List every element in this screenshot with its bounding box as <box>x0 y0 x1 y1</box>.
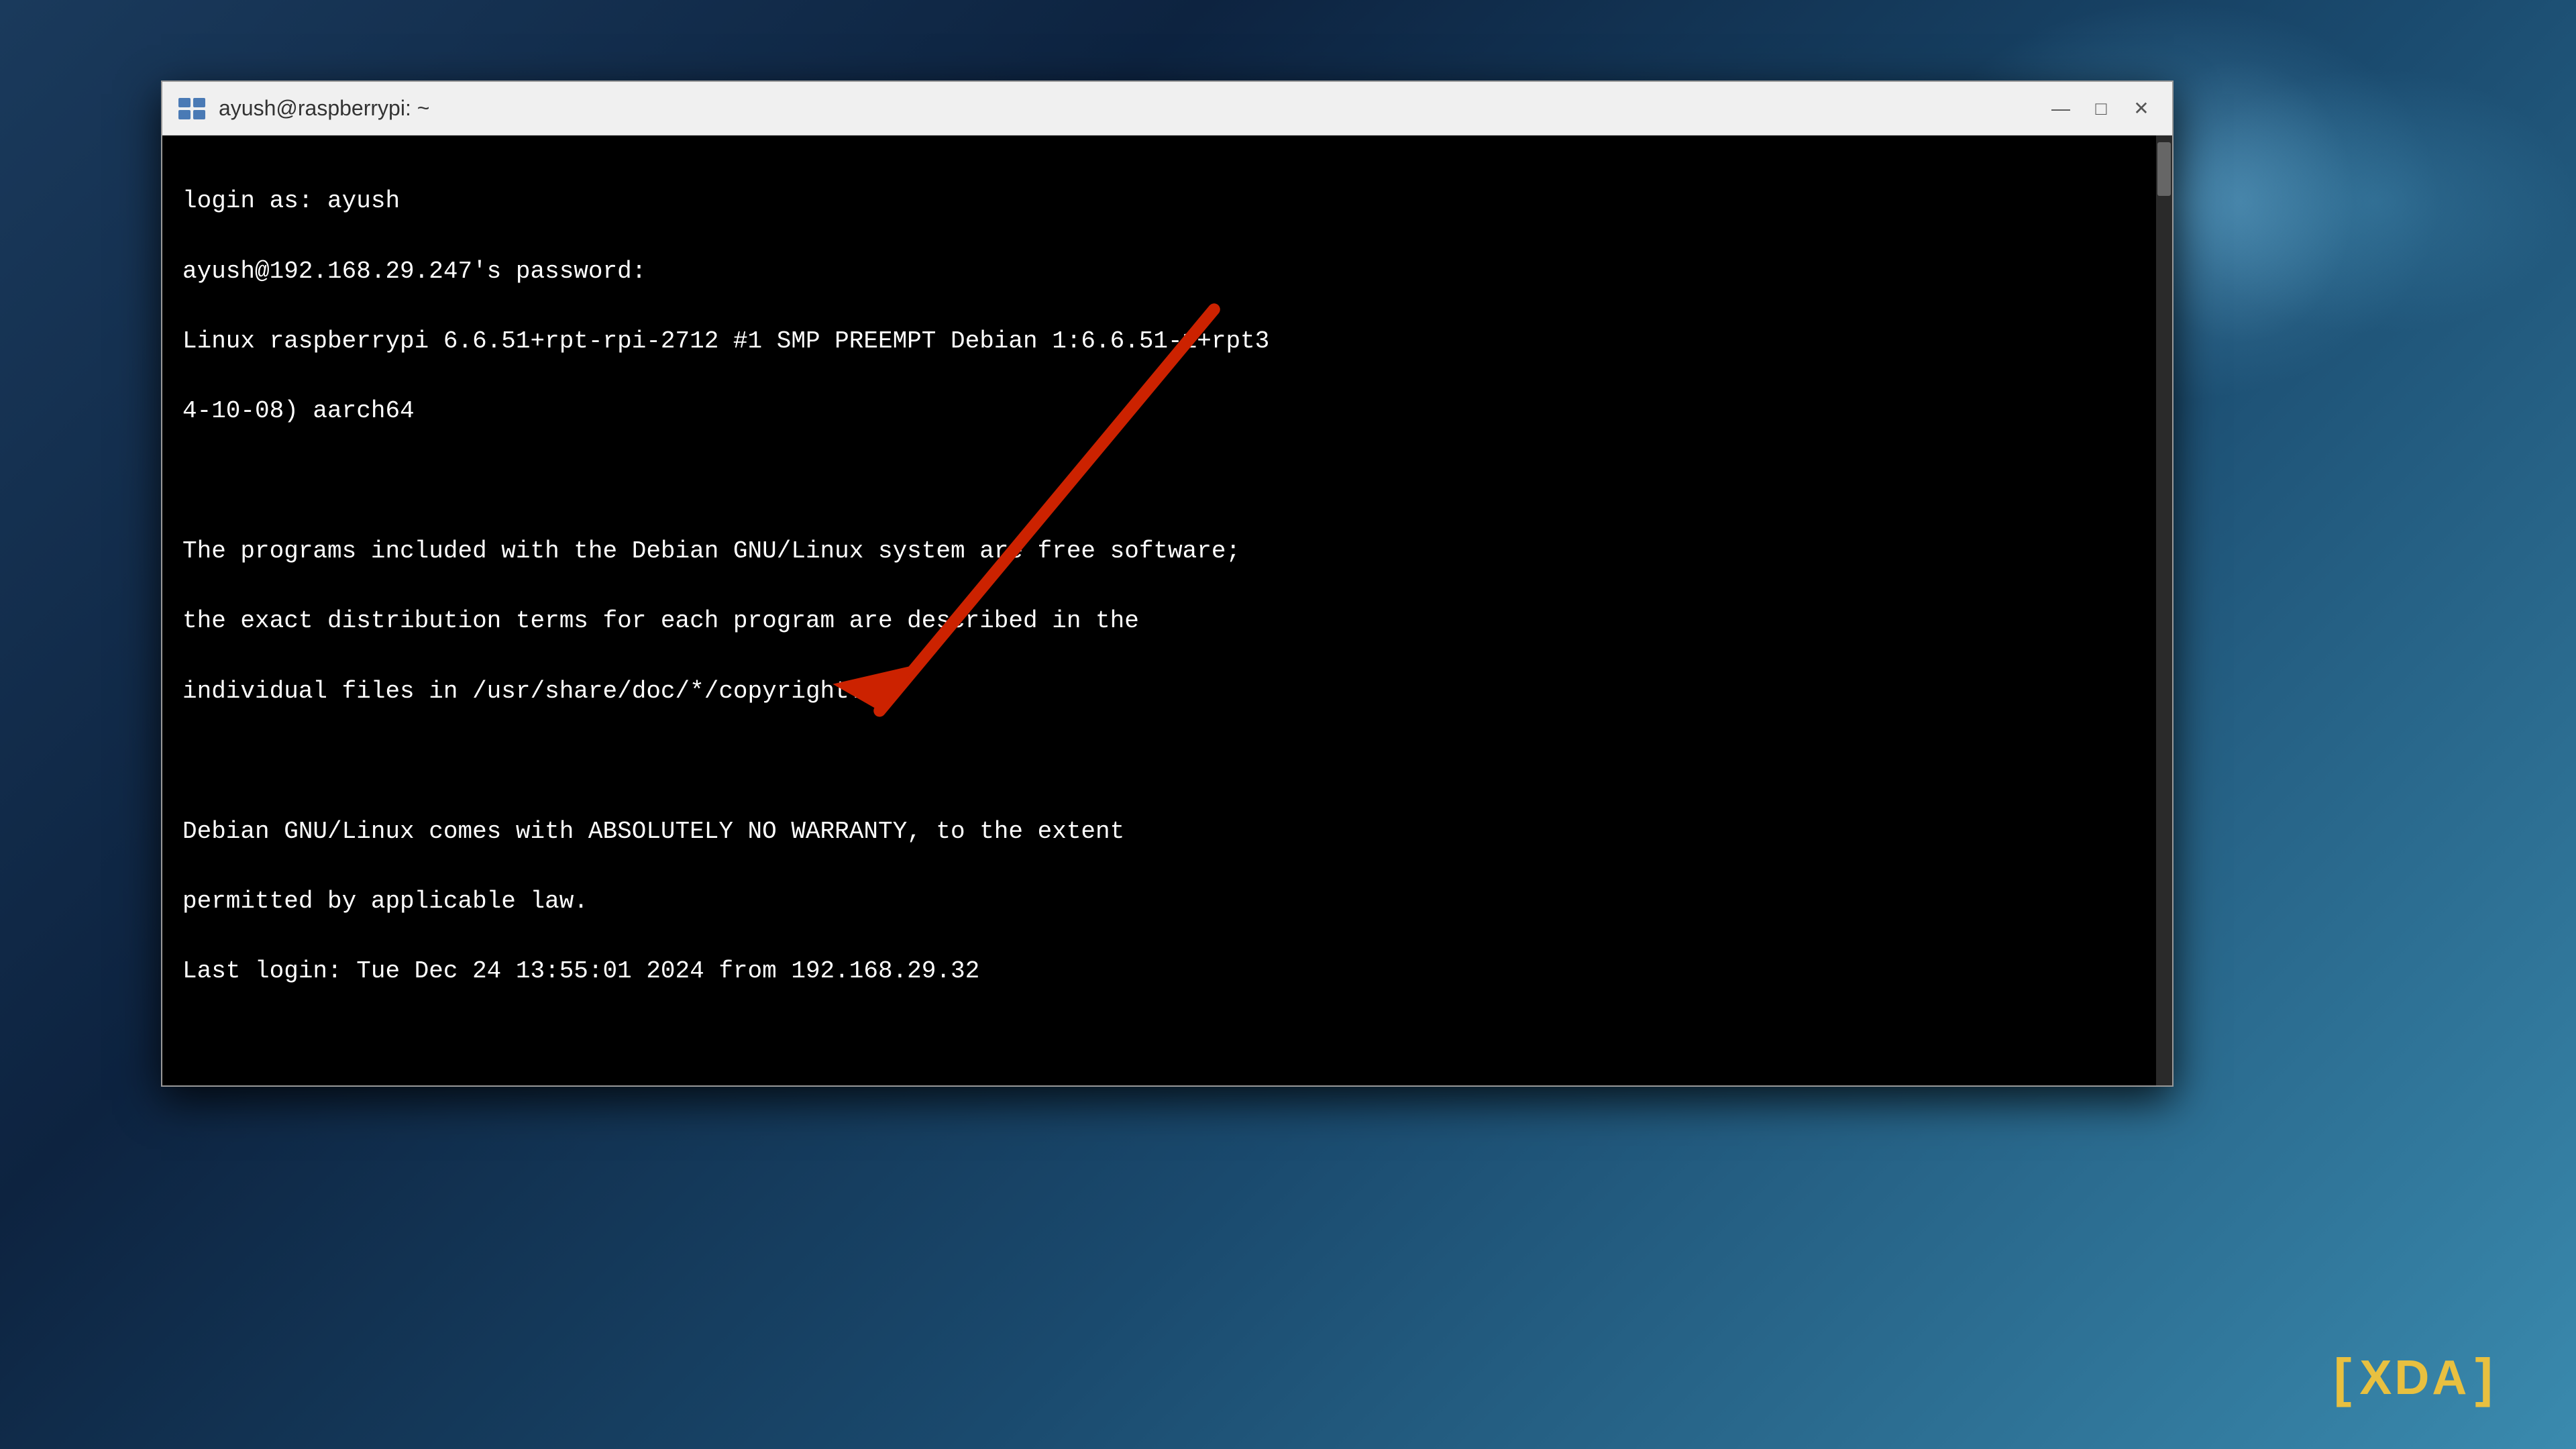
terminal-line-programs: The programs included with the Debian GN… <box>182 534 2152 569</box>
minimize-button[interactable]: — <box>2043 91 2078 126</box>
xda-logo: [XDA] <box>2334 1347 2496 1409</box>
scrollbar-thumb[interactable] <box>2157 142 2171 196</box>
terminal-line-blank1 <box>182 464 2152 499</box>
terminal-line-password: ayush@192.168.29.247's password: <box>182 254 2152 289</box>
terminal-window: ayush@raspberrypi: ~ — □ ✕ login as: ayu… <box>161 80 2174 1087</box>
window-controls: — □ ✕ <box>2043 91 2159 126</box>
terminal-line-lastlogin: Last login: Tue Dec 24 13:55:01 2024 fro… <box>182 954 2152 989</box>
terminal-line-linux1: Linux raspberrypi 6.6.51+rpt-rpi-2712 #1… <box>182 324 2152 359</box>
terminal-line-blank3 <box>182 1024 2152 1059</box>
scrollbar-track[interactable] <box>2156 136 2172 1085</box>
terminal-line-login: login as: ayush <box>182 184 2152 219</box>
xda-bracket-right: ] <box>2475 1347 2496 1409</box>
title-bar: ayush@raspberrypi: ~ — □ ✕ <box>162 82 2172 136</box>
terminal-output: login as: ayush ayush@192.168.29.247's p… <box>182 149 2152 1085</box>
xda-bracket-left: [ <box>2334 1347 2355 1409</box>
terminal-icon <box>176 93 208 125</box>
terminal-line-debian: Debian GNU/Linux comes with ABSOLUTELY N… <box>182 814 2152 849</box>
terminal-line-permitted: permitted by applicable law. <box>182 884 2152 919</box>
window-title: ayush@raspberrypi: ~ <box>219 96 429 121</box>
terminal-line-files: individual files in /usr/share/doc/*/cop… <box>182 674 2152 709</box>
terminal-line-linux2: 4-10-08) aarch64 <box>182 394 2152 429</box>
terminal-line-terms: the exact distribution terms for each pr… <box>182 604 2152 639</box>
terminal-content[interactable]: login as: ayush ayush@192.168.29.247's p… <box>162 136 2172 1085</box>
maximize-button[interactable]: □ <box>2084 91 2118 126</box>
xda-logo-text: XDA <box>2359 1350 2469 1405</box>
terminal-line-blank2 <box>182 744 2152 779</box>
close-button[interactable]: ✕ <box>2124 91 2159 126</box>
